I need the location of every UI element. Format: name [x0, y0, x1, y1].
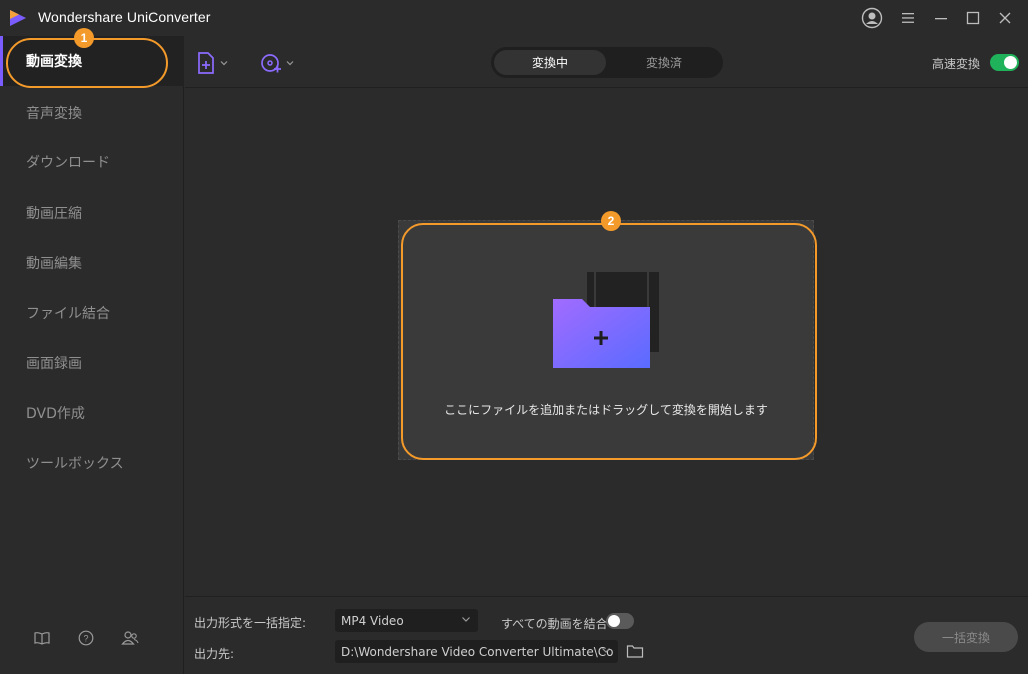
output-path-value: D:\Wondershare Video Converter Ultimate\… [341, 644, 614, 659]
status-tabs: 変換中 変換済 [491, 47, 723, 78]
sidebar-item-edit[interactable]: 動画編集 [0, 238, 184, 288]
sidebar-item-toolbox[interactable]: ツールボックス [0, 438, 184, 488]
app-logo-icon [10, 10, 26, 26]
convert-all-button[interactable]: 一括変換 [914, 622, 1018, 652]
merge-label: すべての動画を結合 [501, 617, 608, 631]
bottom-bar: 出力形式を一括指定: MP4 Video すべての動画を結合 出力先: D:\W… [185, 596, 1028, 674]
maximize-icon[interactable] [961, 6, 985, 30]
book-icon[interactable] [32, 628, 52, 648]
format-select[interactable]: MP4 Video [335, 609, 478, 632]
add-dvd-button[interactable] [260, 50, 295, 76]
sidebar-item-label: 画面録画 [26, 356, 82, 372]
sidebar-item-merge[interactable]: ファイル結合 [0, 288, 184, 338]
add-file-icon [198, 52, 214, 74]
sidebar-item-label: 音声変換 [26, 106, 82, 122]
toolbar: 変換中 変換済 高速変換 [185, 36, 1028, 88]
format-value: MP4 Video [341, 613, 404, 628]
format-label: 出力形式を一括指定: [194, 616, 307, 630]
sidebar-item-label: 動画圧縮 [26, 206, 82, 222]
sidebar-item-label: ファイル結合 [26, 306, 110, 322]
output-path-select[interactable]: D:\Wondershare Video Converter Ultimate\… [335, 640, 618, 663]
annotation-badge-2: 2 [601, 211, 621, 231]
output-label: 出力先: [194, 647, 235, 661]
folder-open-icon[interactable] [626, 643, 644, 659]
sidebar-item-label: ツールボックス [26, 456, 124, 472]
tab-converted[interactable]: 変換済 [608, 50, 720, 75]
help-icon[interactable]: ? [76, 628, 96, 648]
add-file-button[interactable] [196, 50, 229, 76]
fast-convert-toggle[interactable] [990, 54, 1019, 71]
sidebar-item-audio-convert[interactable]: 音声変換 [0, 88, 184, 138]
disc-add-icon [261, 54, 281, 73]
sidebar-item-label: ダウンロード [26, 155, 110, 171]
sidebar-item-dvd[interactable]: DVD作成 [0, 388, 184, 438]
annotation-badge-1: 1 [74, 28, 94, 48]
close-icon[interactable] [993, 6, 1017, 30]
users-icon[interactable] [120, 628, 140, 648]
drop-zone-text: ここにファイルを追加またはドラッグして変換を開始します [444, 403, 768, 417]
menu-icon[interactable] [896, 6, 920, 30]
sidebar-item-label: DVD作成 [26, 406, 85, 422]
sidebar: 動画変換 1 音声変換 ダウンロード 動画圧縮 動画編集 ファイル結合 画面録画… [0, 28, 184, 674]
title-bar: Wondershare UniConverter [0, 0, 1028, 36]
chevron-down-icon [220, 61, 228, 66]
sidebar-item-compress[interactable]: 動画圧縮 [0, 188, 184, 238]
app-title: Wondershare UniConverter [38, 9, 211, 25]
merge-toggle[interactable] [606, 613, 634, 629]
chevron-down-icon [286, 61, 294, 66]
chevron-down-icon [462, 617, 470, 622]
minimize-icon[interactable] [929, 6, 953, 30]
account-icon[interactable] [860, 6, 884, 30]
sidebar-item-label: 動画変換 [26, 54, 82, 70]
svg-text:?: ? [83, 634, 88, 644]
tab-converting[interactable]: 変換中 [494, 50, 606, 75]
sidebar-item-label: 動画編集 [26, 256, 82, 272]
add-folder-icon[interactable] [552, 272, 662, 372]
sidebar-item-download[interactable]: ダウンロード [0, 137, 184, 187]
chevron-down-icon [602, 648, 610, 653]
sidebar-item-screen-record[interactable]: 画面録画 [0, 338, 184, 388]
fast-convert-label: 高速変換 [931, 57, 980, 71]
